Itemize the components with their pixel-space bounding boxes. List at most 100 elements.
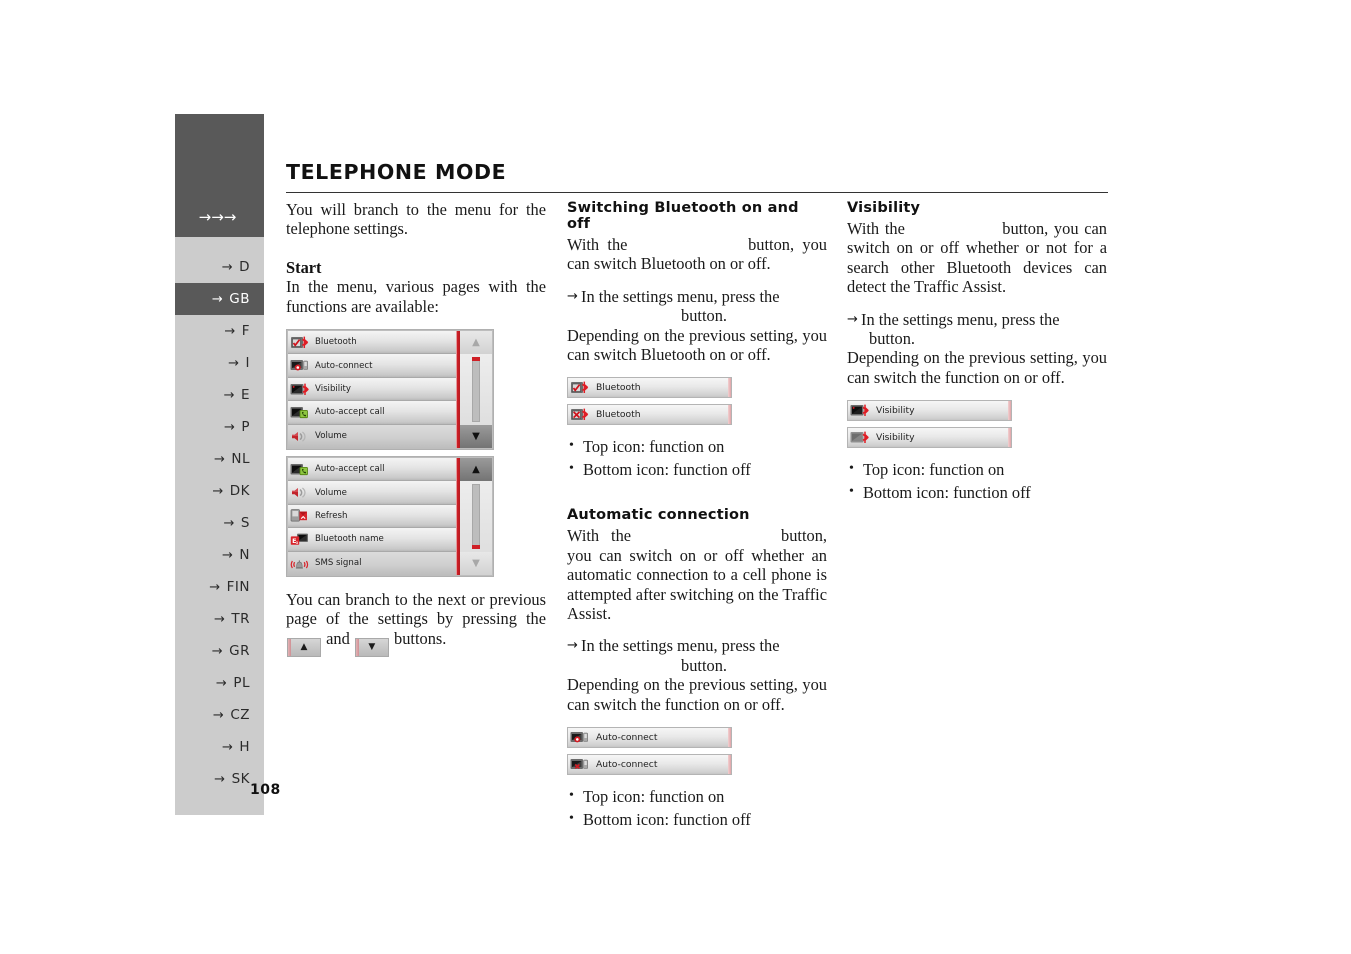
sidebar-item-tr[interactable]: → TR xyxy=(175,603,264,635)
auto-connection-step: → In the settings menu, press the button… xyxy=(567,636,827,675)
sidebar-item-n[interactable]: → N xyxy=(175,539,264,571)
visibility-on-button[interactable]: Visibility xyxy=(847,400,1012,422)
sidebar-item-nl[interactable]: → NL xyxy=(175,443,264,475)
sidebar-item-dk[interactable]: → DK xyxy=(175,475,264,507)
sidebar-item-label: NL xyxy=(231,451,250,467)
menu-item-label: Volume xyxy=(315,431,347,442)
svg-text:a: a xyxy=(296,541,299,546)
settings-menu-page-1[interactable]: Bluetooth Auto-connect Visibility Auto-a… xyxy=(286,329,494,450)
table-row[interactable]: E a Bluetooth name xyxy=(288,528,456,552)
sidebar-item-i[interactable]: → I xyxy=(175,347,264,379)
sidebar-item-gr[interactable]: → GR xyxy=(175,635,264,667)
visibility-intro-a: With the xyxy=(847,219,905,238)
auto-connect-icon xyxy=(290,358,309,373)
visibility-intro: With the button, you can switch on or of… xyxy=(847,219,1107,297)
sidebar-item-f[interactable]: → F xyxy=(175,315,264,347)
table-row[interactable]: Bluetooth xyxy=(288,331,456,355)
column-three: Visibility With the button, you can swit… xyxy=(847,200,1107,504)
step-line-1: In the settings menu, press the xyxy=(861,309,1060,329)
sidebar-item-label: PL xyxy=(233,675,250,691)
arrow-right-icon: → xyxy=(209,579,221,595)
sidebar-item-label: CZ xyxy=(230,707,250,723)
arrow-right-icon: → xyxy=(223,515,235,531)
page-down-button[interactable]: ▼ xyxy=(354,637,389,657)
bluetooth-name-icon: E a xyxy=(290,532,309,547)
table-row[interactable]: Visibility xyxy=(288,377,456,402)
auto-connect-on-icon xyxy=(570,730,589,745)
menu-item-label: SMS signal xyxy=(315,558,362,569)
sidebar-item-d[interactable]: → D xyxy=(175,251,264,283)
scroll-thumb[interactable] xyxy=(472,357,480,422)
manual-page: →→→ → D → GB → F → I → E → P → NL → DK →… xyxy=(0,0,1351,954)
arrow-right-icon: → xyxy=(228,355,240,371)
sidebar-item-s[interactable]: → S xyxy=(175,507,264,539)
scroll-position-marker xyxy=(472,544,480,549)
sidebar-item-h[interactable]: → H xyxy=(175,731,264,763)
table-row[interactable]: Auto-connect xyxy=(288,354,456,378)
auto-connect-off-button[interactable]: Auto-connect xyxy=(567,754,732,776)
button-label: Visibility xyxy=(876,432,915,444)
arrow-right-icon: → xyxy=(221,739,234,755)
table-row[interactable]: Volume xyxy=(288,424,456,448)
arrow-right-icon: → xyxy=(221,547,234,563)
auto-connect-on-button[interactable]: Auto-connect xyxy=(567,727,732,749)
scroll-position-marker xyxy=(472,357,480,362)
branch-text-b: and xyxy=(326,628,350,648)
table-row[interactable]: Auto-accept call xyxy=(288,457,456,482)
visibility-bullet-list: Top icon: function on Bottom icon: funct… xyxy=(847,457,1107,504)
arrow-right-icon: → xyxy=(221,259,234,275)
scrollbar[interactable]: ▲ ▼ xyxy=(460,331,492,448)
volume-icon xyxy=(290,485,309,500)
scroll-down-button[interactable]: ▼ xyxy=(460,424,492,448)
step-line-2: button. xyxy=(681,655,727,675)
sidebar-item-p[interactable]: → P xyxy=(175,411,264,443)
visibility-on-icon xyxy=(850,403,869,418)
scroll-thumb[interactable] xyxy=(472,483,480,549)
bluetooth-step: → In the settings menu, press the button… xyxy=(567,287,827,326)
list-item: Bottom icon: function off xyxy=(567,807,827,831)
scroll-track[interactable] xyxy=(460,354,492,425)
auto-connection-after-step: Depending on the previous setting, you c… xyxy=(567,675,827,714)
sidebar-item-label: FIN xyxy=(226,579,250,595)
refresh-icon xyxy=(290,508,309,523)
triangle-down-icon: ▼ xyxy=(368,641,376,652)
sidebar-item-label: GR xyxy=(229,643,250,659)
branch-text-a: You can branch to the next or previous p… xyxy=(286,589,546,629)
scrollbar[interactable]: ▲ ▼ xyxy=(460,457,492,575)
table-row[interactable]: SMS signal xyxy=(288,551,456,575)
visibility-after-step: Depending on the previous setting, you c… xyxy=(847,348,1107,387)
list-item: Bottom icon: function off xyxy=(567,457,827,481)
page-up-button[interactable]: ▲ xyxy=(287,637,321,657)
sidebar-item-e[interactable]: → E xyxy=(175,379,264,411)
button-label: Auto-connect xyxy=(596,759,658,771)
table-row[interactable]: Refresh xyxy=(288,504,456,529)
menu-item-label: Visibility xyxy=(315,384,352,394)
table-row[interactable]: Auto-accept call xyxy=(288,401,456,425)
menu-row-group: Bluetooth Auto-connect Visibility Auto-a… xyxy=(288,331,456,448)
scroll-down-button[interactable]: ▼ xyxy=(460,551,492,575)
arrow-right-icon: → xyxy=(211,291,224,307)
scroll-track[interactable] xyxy=(460,480,492,552)
settings-menu-page-2[interactable]: Auto-accept call Volume Refresh E a Blue… xyxy=(286,455,494,577)
table-row[interactable]: Volume xyxy=(288,481,456,505)
sidebar-item-gb[interactable]: → GB xyxy=(175,283,264,315)
arrow-right-icon: → xyxy=(214,771,226,787)
bluetooth-off-button[interactable]: Bluetooth xyxy=(567,404,732,426)
auto-accept-call-icon xyxy=(290,462,309,477)
list-item: Top icon: function on xyxy=(567,434,827,458)
sidebar-arrows: →→→ xyxy=(175,196,264,237)
visibility-off-button[interactable]: Visibility xyxy=(847,427,1012,449)
button-label: Bluetooth xyxy=(596,382,641,394)
bluetooth-intro-a: With the xyxy=(567,235,628,254)
sidebar-item-label: DK xyxy=(229,483,250,499)
sidebar-item-pl[interactable]: → PL xyxy=(175,667,264,699)
sidebar-item-label: I xyxy=(245,355,250,371)
arrow-right-icon: → xyxy=(223,419,236,435)
sidebar-item-fin[interactable]: → FIN xyxy=(175,571,264,603)
scroll-up-button[interactable]: ▲ xyxy=(460,457,492,481)
volume-icon xyxy=(290,429,309,444)
bluetooth-on-button[interactable]: Bluetooth xyxy=(567,377,732,399)
scroll-up-button[interactable]: ▲ xyxy=(460,331,492,355)
sidebar-item-cz[interactable]: → CZ xyxy=(175,699,264,731)
auto-connection-intro: With the button, you can switch on or of… xyxy=(567,526,827,623)
